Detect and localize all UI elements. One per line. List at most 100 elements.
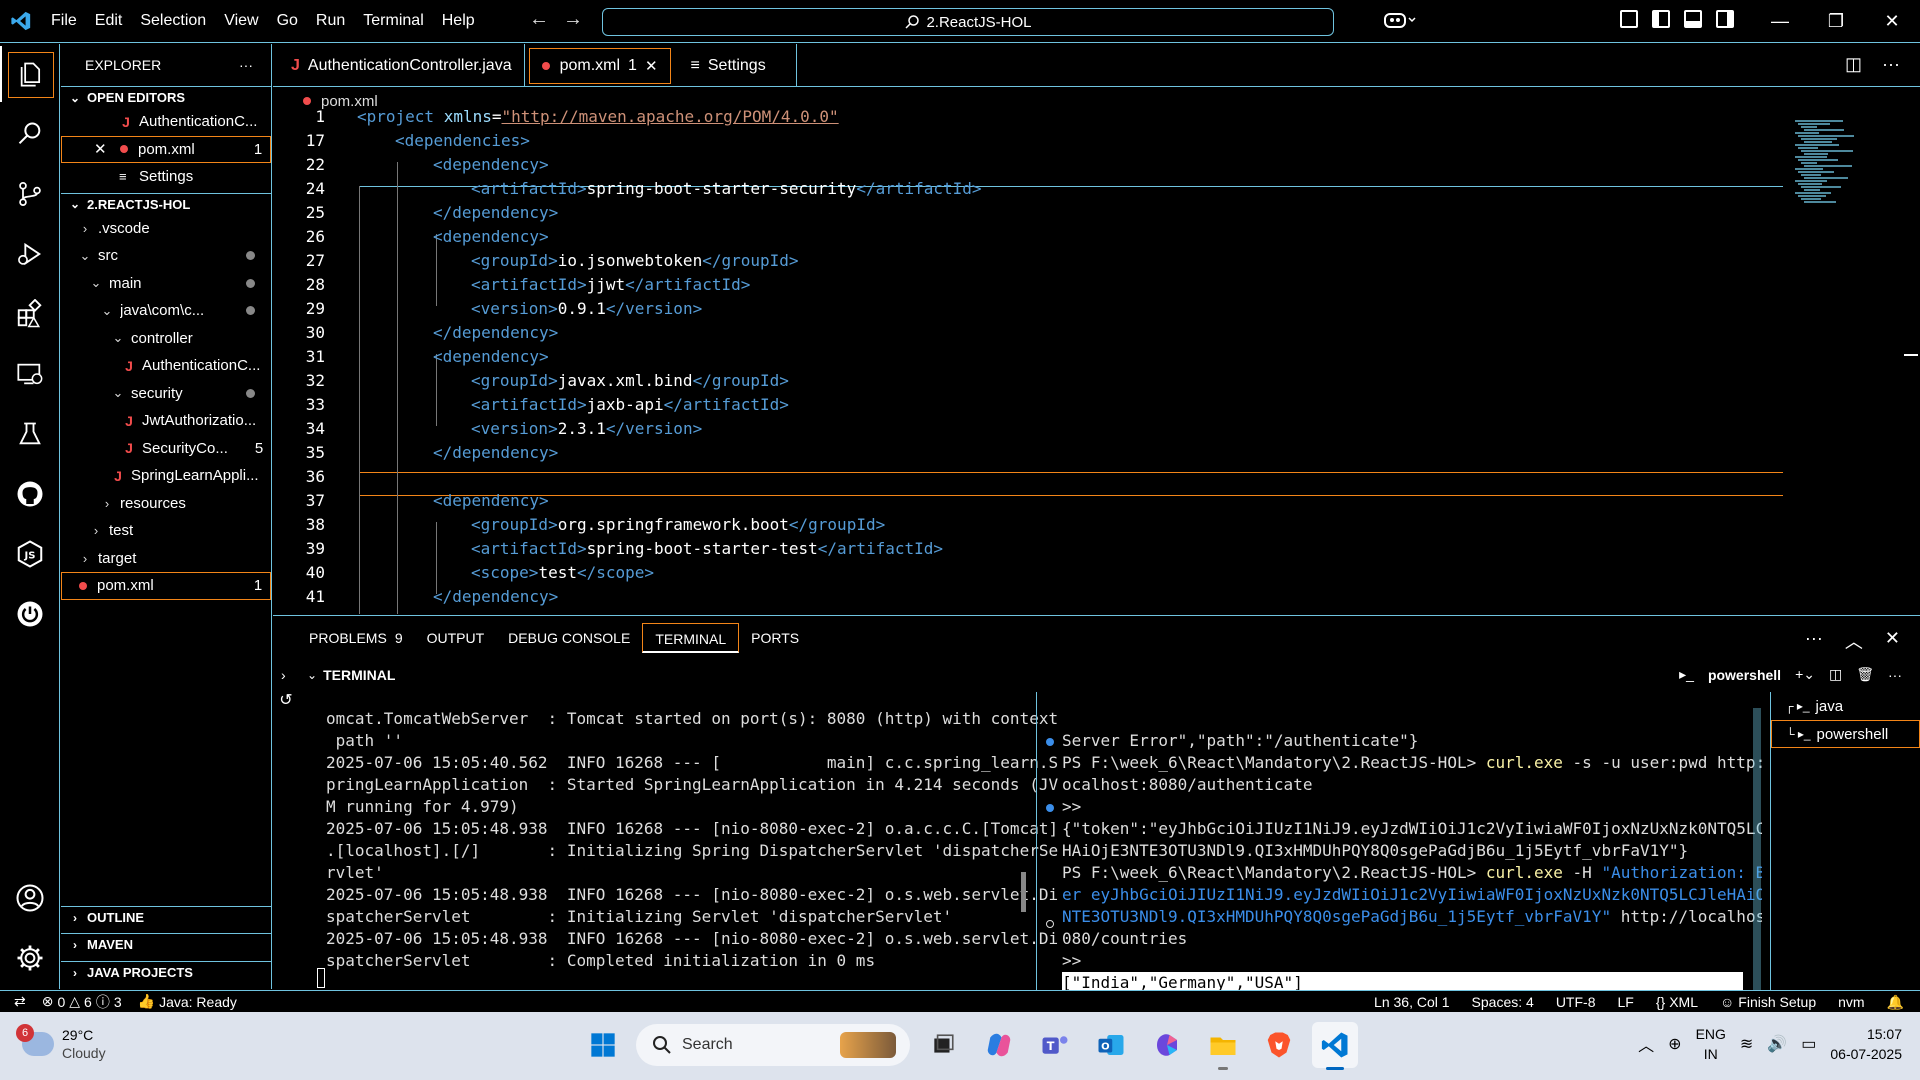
tree-item[interactable]: J SecurityCo... 5 [61,435,271,463]
menu-help[interactable]: Help [433,6,484,36]
chevron-right-icon[interactable]: › [281,667,286,683]
toggle-sidebar-icon[interactable] [1652,10,1670,28]
notifications-bell-icon[interactable]: 🔔 [1879,991,1912,1013]
menu-file[interactable]: File [42,6,86,36]
nvm-status[interactable]: nvm [1830,991,1878,1013]
clock[interactable]: 15:07 06-07-2025 [1830,1024,1902,1064]
restore-icon[interactable]: ❐ [1808,0,1864,43]
tab-authentication-controller[interactable]: J AuthenticationController.java [273,44,525,87]
vscode-app-icon[interactable] [1312,1022,1358,1070]
settings-gear-icon[interactable] [0,930,60,986]
tree-item[interactable]: › test [61,517,271,545]
tree-item[interactable]: › resources [61,490,271,518]
cursor-position[interactable]: Ln 36, Col 1 [1366,991,1464,1013]
trash-icon[interactable]: 🗑 [1856,666,1874,683]
tree-item[interactable]: ⌄ java\com\c... [61,297,271,325]
scrollbar[interactable] [1021,872,1026,912]
brave-browser-icon[interactable] [1256,1022,1302,1068]
toggle-panel-icon[interactable] [1684,10,1702,28]
testing-icon[interactable] [0,406,60,462]
open-editor-item[interactable]: J AuthenticationC... [61,108,271,136]
more-actions-icon[interactable]: ··· [1888,667,1902,683]
open-editor-item-active[interactable]: ✕ pom.xml 1 [61,135,271,163]
terminal-split-divider[interactable] [1036,692,1037,990]
nodejs-icon[interactable]: JS [0,526,60,582]
source-control-icon[interactable] [0,166,60,222]
menu-terminal[interactable]: Terminal [354,6,432,36]
more-actions-icon[interactable]: ··· [239,57,253,73]
outline-header[interactable]: › OUTLINE [61,906,271,928]
microsoft-365-icon[interactable] [1144,1022,1190,1068]
tree-item[interactable]: ⌄ main [61,270,271,298]
menu-run[interactable]: Run [307,6,354,36]
code-editor[interactable]: 1 <project xmlns="http://maven.apache.org… [273,107,1783,614]
chevron-down-icon[interactable]: ⌄ [307,668,317,682]
tree-item[interactable]: J AuthenticationC... [61,352,271,380]
chevron-up-icon[interactable]: ︿ [1638,1032,1654,1056]
tree-item[interactable]: ⌄ security [61,380,271,408]
customize-layout-icon[interactable] [1620,10,1638,28]
task-view-icon[interactable] [920,1022,966,1068]
tab-pom-xml[interactable]: pom.xml 1 ✕ [528,48,671,84]
java-status[interactable]: 👍 Java: Ready [130,991,245,1013]
menu-view[interactable]: View [215,6,267,36]
copilot-icon[interactable] [1383,10,1417,35]
remote-indicator-icon[interactable]: ⇄ [0,991,34,1013]
command-center-search[interactable]: 2.ReactJS-HOL [602,8,1334,36]
minimize-icon[interactable]: — [1752,0,1808,43]
more-actions-icon[interactable]: ··· [1882,54,1900,75]
open-editor-item[interactable]: ≡ Settings [61,163,271,191]
explorer-icon[interactable] [0,46,60,102]
tab-settings[interactable]: ≡ Settings [671,44,797,87]
teams-icon[interactable]: T [1032,1022,1078,1068]
accounts-icon[interactable] [0,870,60,926]
battery-icon[interactable]: ▭ [1801,1034,1816,1054]
menu-selection[interactable]: Selection [131,6,215,36]
back-arrow-icon[interactable]: ← [528,8,550,31]
tree-item[interactable]: J JwtAuthorizatio... [61,407,271,435]
tab-terminal[interactable]: TERMINAL [642,623,740,653]
tree-item[interactable]: › .vscode [61,215,271,243]
tree-item[interactable]: ⌄ src [61,242,271,270]
indentation[interactable]: Spaces: 4 [1464,991,1548,1013]
tab-problems[interactable]: PROBLEMS 9 [297,623,415,653]
project-folder-header[interactable]: ⌄ 2.REACTJS-HOL [61,192,271,215]
outlook-icon[interactable]: O [1088,1022,1134,1068]
spring-boot-icon[interactable] [0,586,60,642]
network-globe-icon[interactable]: ⊕ [1668,1034,1681,1054]
taskbar-search[interactable]: Search [636,1024,910,1066]
wifi-icon[interactable]: ≋ [1740,1034,1753,1054]
tab-debug-console[interactable]: DEBUG CONSOLE [496,623,642,653]
extensions-icon[interactable] [0,286,60,342]
maximize-panel-icon[interactable]: ︿ [1845,628,1863,654]
weather-widget[interactable]: 6 29°C Cloudy [16,1024,106,1062]
close-icon[interactable]: ✕ [94,140,114,158]
copilot-app-icon[interactable] [976,1022,1022,1068]
open-editors-header[interactable]: ⌄ OPEN EDITORS [61,86,271,108]
split-terminal-icon[interactable]: ◫ [1829,666,1842,683]
volume-icon[interactable]: 🔊 [1767,1034,1787,1054]
finish-setup[interactable]: ☺ Finish Setup [1712,991,1830,1013]
menu-edit[interactable]: Edit [86,6,132,36]
menu-go[interactable]: Go [268,6,307,36]
scrollbar[interactable] [1753,708,1761,990]
command-decoration-icon[interactable] [1046,804,1054,812]
toggle-secondary-sidebar-icon[interactable] [1716,10,1734,28]
minimap[interactable] [1790,114,1920,614]
tree-item[interactable]: pom.xml 1 [61,572,271,600]
terminal-shell-label[interactable]: powershell [1708,667,1781,683]
forward-arrow-icon[interactable]: → [562,8,584,31]
more-actions-icon[interactable]: ··· [1805,628,1823,654]
command-decoration-icon[interactable] [1046,920,1054,928]
end-of-line[interactable]: LF [1609,991,1647,1013]
maven-header[interactable]: › MAVEN [61,933,271,955]
encoding[interactable]: UTF-8 [1548,991,1610,1013]
problems-status[interactable]: ⊗ 0 △ 6 ⓘ 3 [34,991,130,1013]
tree-item[interactable]: J SpringLearnAppli... [61,462,271,490]
history-icon[interactable]: ↺ [279,690,292,710]
github-icon[interactable] [0,466,60,522]
search-activity-icon[interactable] [0,106,60,162]
remote-explorer-icon[interactable] [0,346,60,402]
language-mode[interactable]: {} XML [1648,991,1712,1013]
tree-item[interactable]: ⌄ controller [61,325,271,353]
